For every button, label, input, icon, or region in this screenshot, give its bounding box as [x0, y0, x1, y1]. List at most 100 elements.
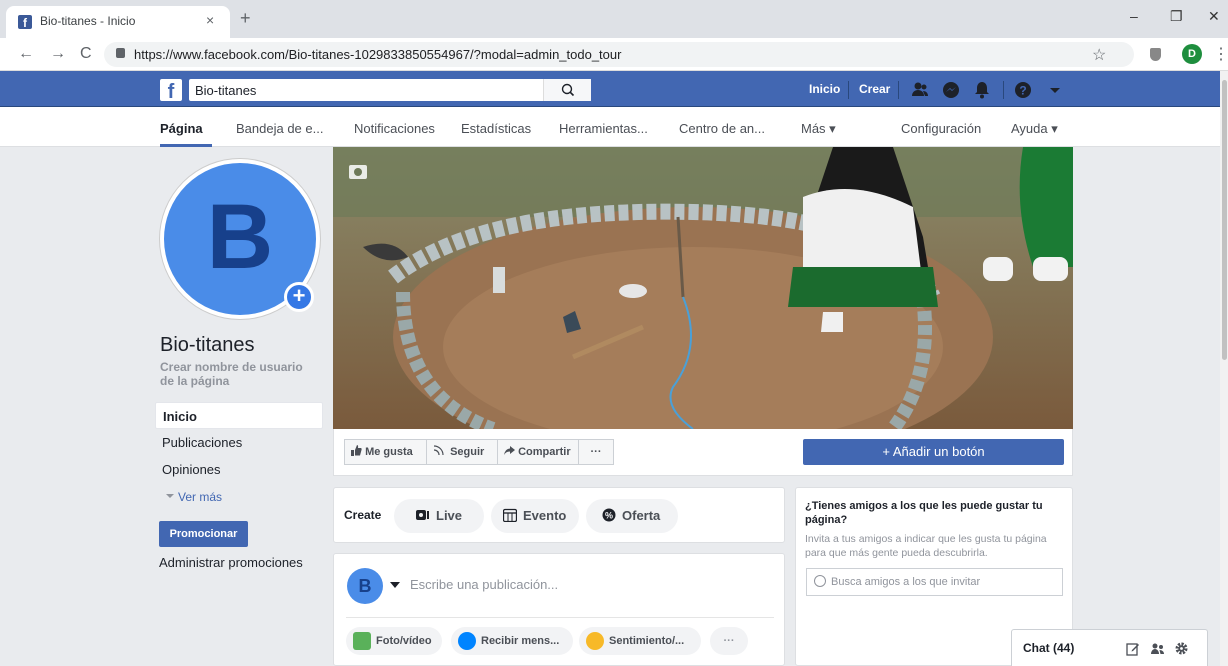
minimize-button[interactable]: –	[1130, 8, 1138, 24]
search-icon	[561, 83, 575, 97]
smiley-icon	[586, 632, 604, 650]
photo-icon	[353, 632, 371, 650]
create-live-label: Live	[436, 508, 463, 523]
nav-crear-link[interactable]: Crear	[859, 82, 890, 96]
tab-estadisticas[interactable]: Estadísticas	[461, 121, 531, 136]
chat-settings-gear-icon[interactable]	[1174, 641, 1189, 656]
facebook-top-bar: f Inicio Crear ?	[0, 71, 1228, 107]
follow-label: Seguir	[450, 446, 485, 458]
url-text: https://www.facebook.com/Bio-titanes-102…	[134, 47, 622, 62]
follow-button[interactable]: Seguir	[426, 439, 498, 465]
tab-notificaciones[interactable]: Notificaciones	[354, 121, 435, 136]
tab-close-icon[interactable]: ×	[206, 12, 214, 28]
nav-divider	[898, 81, 899, 99]
search-button[interactable]	[543, 79, 591, 101]
more-options-button[interactable]: ···	[578, 439, 614, 465]
feeling-button[interactable]: Sentimiento/...	[579, 627, 701, 655]
messenger-icon[interactable]	[941, 80, 961, 100]
cover-photo[interactable]	[333, 147, 1073, 429]
like-button[interactable]: Me gusta	[344, 439, 427, 465]
browser-profile-avatar[interactable]: D	[1182, 44, 1202, 64]
sidebar-item-opiniones[interactable]: Opiniones	[155, 456, 323, 483]
tab-pagina[interactable]: Página	[160, 121, 203, 136]
promote-button[interactable]: Promocionar	[159, 521, 248, 547]
post-composer: B Escribe una publicación... Foto/vídeo …	[333, 553, 785, 666]
sidebar-item-publicaciones[interactable]: Publicaciones	[155, 429, 323, 456]
search-input[interactable]	[195, 80, 545, 100]
like-label: Me gusta	[365, 446, 413, 458]
write-post-input[interactable]: Escribe una publicación...	[410, 577, 558, 592]
account-menu-chevron-down-icon[interactable]	[1045, 80, 1065, 100]
see-more-label: Ver más	[178, 490, 223, 504]
chevron-down-icon	[166, 494, 174, 498]
nav-inicio-link[interactable]: Inicio	[809, 82, 840, 96]
url-field[interactable]: https://www.facebook.com/Bio-titanes-102…	[104, 42, 1134, 67]
svg-text:?: ?	[1019, 84, 1026, 98]
reload-button[interactable]: C	[80, 45, 92, 63]
invite-search	[806, 568, 1063, 596]
facebook-logo-icon[interactable]: f	[160, 79, 182, 101]
active-tab-underline	[160, 144, 212, 147]
create-offer-button[interactable]: % Oferta	[586, 499, 678, 533]
invite-description: Invita a tus amigos a indicar que les gu…	[805, 533, 1047, 559]
profile-picture-letter: B	[206, 186, 274, 288]
get-messages-button[interactable]: Recibir mens...	[451, 627, 573, 655]
svg-text:%: %	[605, 511, 613, 521]
window-close-button[interactable]: ✕	[1208, 8, 1220, 25]
rss-icon	[433, 445, 444, 456]
tab-centro-anuncios[interactable]: Centro de an...	[679, 121, 765, 136]
tab-bandeja[interactable]: Bandeja de e...	[236, 121, 323, 136]
divider	[346, 617, 774, 618]
tab-ayuda[interactable]: Ayuda ▾	[1011, 121, 1058, 137]
create-live-button[interactable]: Live	[394, 499, 484, 533]
live-video-icon	[416, 510, 429, 520]
create-username-link[interactable]: Crear nombre de usuario de la página	[160, 360, 320, 388]
facebook-search	[189, 79, 591, 101]
new-tab-button[interactable]: +	[240, 8, 251, 29]
forward-button[interactable]: →	[50, 45, 66, 63]
manage-promotions-link[interactable]: Administrar promociones	[159, 555, 303, 570]
composer-more-button[interactable]: ···	[710, 627, 748, 655]
invite-title: ¿Tienes amigos a los que les puede gusta…	[805, 500, 1043, 526]
tab-mas[interactable]: Más ▾	[801, 121, 836, 137]
sidebar-item-inicio[interactable]: Inicio	[155, 402, 323, 429]
camera-icon	[349, 165, 367, 179]
tab-configuracion[interactable]: Configuración	[901, 121, 981, 136]
chevron-down-icon[interactable]	[390, 582, 400, 588]
invite-search-input[interactable]	[831, 573, 1056, 591]
bookmark-star-icon[interactable]: ☆	[1092, 45, 1106, 65]
scrollbar-thumb[interactable]	[1222, 80, 1227, 360]
add-button-button[interactable]: + Añadir un botón	[803, 439, 1064, 465]
address-bar: ← → C https://www.facebook.com/Bio-titan…	[0, 38, 1228, 71]
new-message-icon[interactable]	[1126, 642, 1140, 656]
thumbs-up-icon	[351, 445, 362, 456]
restore-button[interactable]: ❐	[1170, 8, 1183, 25]
lock-icon	[116, 48, 125, 58]
create-event-label: Evento	[523, 508, 567, 523]
cover-action-bar: Me gusta Seguir Compartir ··· + Añadir u…	[333, 429, 1073, 476]
friend-requests-icon[interactable]	[910, 80, 930, 100]
messenger-icon	[458, 632, 476, 650]
create-box: Create Live Evento % Oferta	[333, 487, 785, 543]
see-more-link[interactable]: Ver más	[165, 490, 222, 504]
back-button[interactable]: ←	[18, 45, 34, 63]
avatar[interactable]: B	[347, 568, 383, 604]
browser-tab-bar: f Bio-titanes - Inicio × + – ❐ ✕	[0, 0, 1228, 38]
extension-shield-icon[interactable]	[1150, 48, 1161, 61]
feeling-label: Sentimiento/...	[609, 635, 685, 647]
help-icon[interactable]: ?	[1013, 80, 1033, 100]
tab-title: Bio-titanes - Inicio	[40, 14, 136, 28]
chat-bar[interactable]: Chat (44)	[1011, 629, 1208, 666]
photo-video-button[interactable]: Foto/vídeo	[346, 627, 442, 655]
browser-menu-icon[interactable]: ⋮	[1213, 44, 1228, 64]
notifications-bell-icon[interactable]	[972, 80, 992, 100]
create-event-button[interactable]: Evento	[491, 499, 579, 533]
create-label: Create	[344, 508, 382, 522]
calendar-icon	[503, 508, 517, 522]
nav-divider	[1003, 81, 1004, 99]
tab-herramientas[interactable]: Herramientas...	[559, 121, 648, 136]
share-button[interactable]: Compartir	[497, 439, 579, 465]
browser-tab[interactable]: f Bio-titanes - Inicio ×	[6, 6, 230, 38]
group-chat-icon[interactable]	[1150, 642, 1166, 656]
add-profile-picture-plus-icon[interactable]: +	[284, 282, 314, 312]
